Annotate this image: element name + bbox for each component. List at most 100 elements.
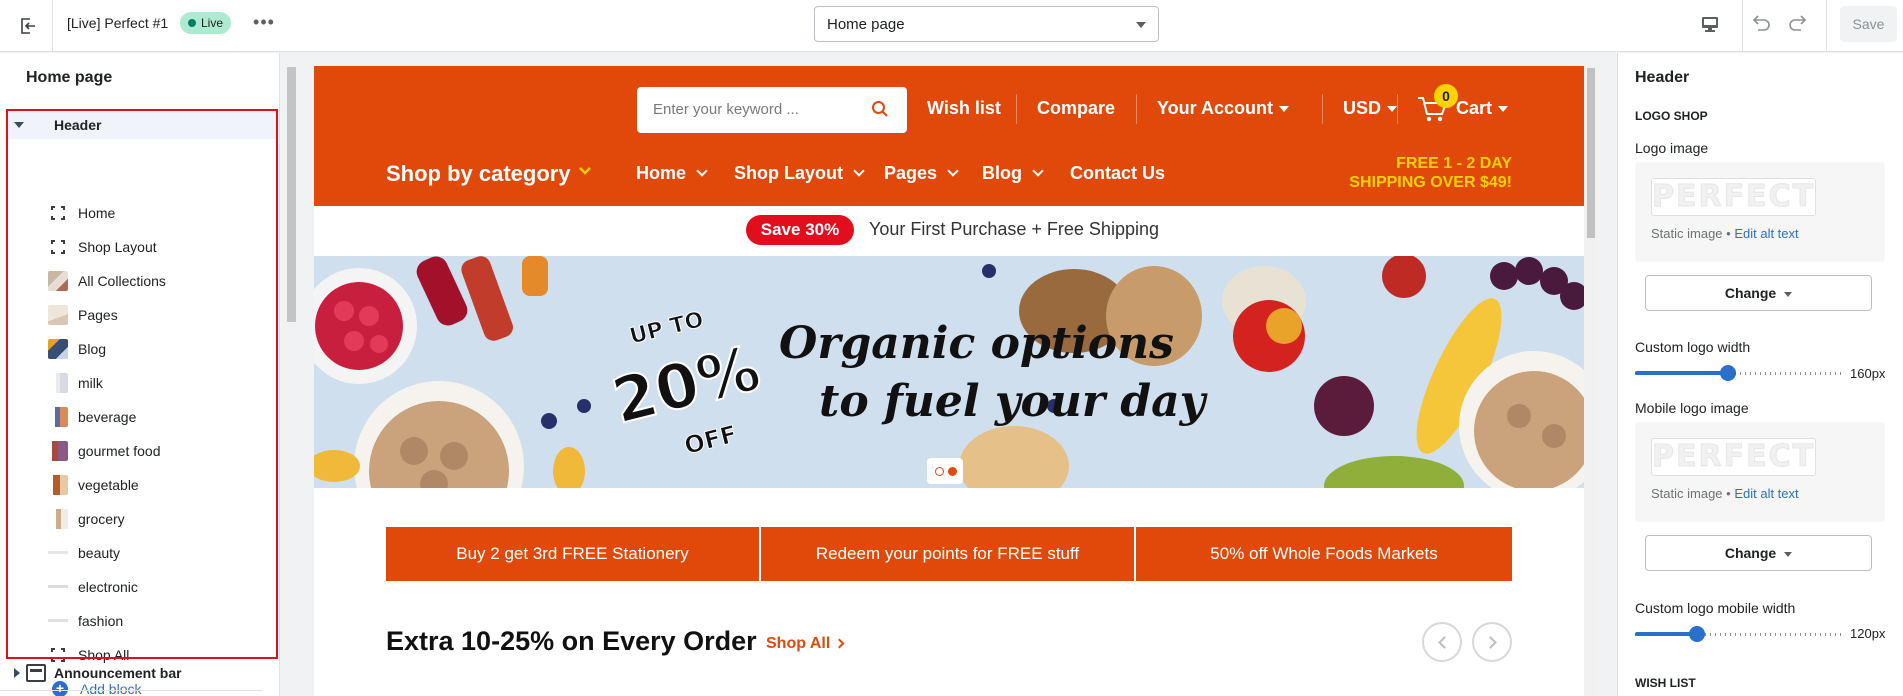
chevron-down-icon [1784, 291, 1793, 297]
more-actions-icon[interactable]: ••• [252, 12, 276, 36]
cart-label: Cart [1456, 98, 1493, 118]
banner-headline-2: to fuel your day [819, 376, 1206, 427]
divider [1826, 0, 1827, 52]
logo-image-card[interactable]: PERFECT Static image • Edit alt text [1635, 162, 1885, 262]
logo-width-label: Custom logo width [1635, 339, 1751, 355]
slider-fill [1635, 632, 1697, 636]
chevron-left-icon [1438, 636, 1451, 649]
theme-name: [Live] Perfect #1 [67, 15, 169, 31]
change-mobile-logo-button[interactable]: Change [1645, 535, 1872, 571]
menu-label: Contact Us [1070, 163, 1166, 183]
undo-icon[interactable] [1747, 12, 1773, 36]
menu-label: Home [636, 163, 687, 183]
image-caption: Static image • Edit alt text [1651, 226, 1799, 241]
slider-dots [927, 458, 963, 484]
carousel-prev-button[interactable] [1422, 622, 1462, 662]
announcement-text: Your First Purchase + Free Shipping [869, 219, 1159, 239]
logo-width-slider[interactable] [1635, 365, 1841, 381]
banner-artwork [314, 256, 1584, 488]
chevron-down-icon [1498, 106, 1509, 113]
divider [1136, 94, 1137, 124]
edit-alt-text-link[interactable]: Edit alt text [1734, 226, 1798, 241]
store-preview: Enter your keyword ... Wish list Compare… [314, 66, 1584, 696]
save-button[interactable]: Save [1840, 6, 1897, 42]
menu-item-contact[interactable]: Contact Us [1070, 163, 1165, 184]
exit-icon[interactable] [14, 12, 42, 40]
live-badge-label: Live [201, 16, 224, 30]
sections-sidebar: Home page Header Home Shop Layout All Co… [0, 53, 280, 696]
menu-item-blog[interactable]: Blog [982, 163, 1044, 184]
menu-item-home[interactable]: Home [636, 163, 708, 184]
search-placeholder: Enter your keyword ... [653, 101, 799, 118]
logo-image-label: Logo image [1635, 140, 1709, 156]
redo-icon[interactable] [1786, 12, 1812, 36]
menu-label: Pages [884, 163, 938, 183]
account-menu[interactable]: Your Account [1157, 98, 1289, 119]
store-header: Enter your keyword ... Wish list Compare… [314, 66, 1584, 206]
chevron-down-icon [1032, 165, 1044, 177]
promo-bar[interactable]: 50% off Whole Foods Markets [1136, 527, 1512, 581]
section-icon [26, 664, 46, 682]
mobile-width-label: Custom logo mobile width [1635, 600, 1796, 616]
preview-scrollbar[interactable] [1584, 66, 1598, 696]
carousel-next-button[interactable] [1472, 622, 1512, 662]
mobile-logo-image-card[interactable]: PERFECT Static image • Edit alt text [1635, 422, 1885, 522]
search-icon[interactable] [871, 100, 889, 118]
search-input[interactable]: Enter your keyword ... [637, 87, 907, 133]
shop-all-label: Shop All [766, 635, 831, 652]
slide-dot[interactable] [935, 467, 944, 476]
divider [0, 690, 262, 691]
chevron-down-icon [696, 165, 708, 177]
live-badge: Live [180, 12, 232, 34]
logo-shop-heading: LOGO SHOP [1635, 109, 1708, 123]
static-image-label: Static image • [1651, 486, 1731, 501]
currency-select[interactable]: USD [1321, 98, 1398, 119]
slider-fill [1635, 371, 1728, 375]
menu-label: Shop Layout [734, 163, 843, 183]
promo-bar[interactable]: Redeem your points for FREE stuff [761, 527, 1134, 581]
menu-item-pages[interactable]: Pages [884, 163, 959, 184]
scrollbar-thumb[interactable] [1587, 68, 1595, 238]
free-shipping-line-2: SHIPPING OVER $49! [1349, 174, 1512, 191]
static-image-label: Static image • [1651, 226, 1731, 241]
editor-topbar: [Live] Perfect #1 Live ••• Home page Sav… [0, 0, 1903, 52]
page-select[interactable]: Home page [814, 6, 1159, 42]
slide-dot-active[interactable] [948, 467, 957, 476]
save-badge: Save 30% [746, 215, 854, 245]
chevron-down-icon [1784, 551, 1793, 557]
cart-menu[interactable]: Cart [1456, 98, 1509, 119]
sidebar-scrollbar[interactable] [284, 53, 298, 696]
divider [1742, 0, 1743, 52]
account-label: Your Account [1157, 98, 1273, 118]
edit-alt-text-link[interactable]: Edit alt text [1734, 486, 1798, 501]
chevron-right-icon [834, 638, 845, 649]
shop-all-link[interactable]: Shop All [766, 635, 845, 653]
logo-image: PERFECT [1651, 178, 1816, 216]
slider-handle[interactable] [1688, 626, 1705, 642]
section-announcement-bar[interactable]: Announcement bar [8, 661, 276, 685]
promo-bar[interactable]: Buy 2 get 3rd FREE Stationery [386, 527, 759, 581]
logo-width-value: 160px [1850, 366, 1886, 381]
change-logo-button[interactable]: Change [1645, 275, 1872, 311]
mobile-width-value: 120px [1850, 626, 1886, 641]
hero-banner[interactable]: UP TO 20% OFF Organic options to fuel yo… [314, 256, 1584, 488]
chevron-down-icon [947, 165, 959, 177]
scrollbar-thumb[interactable] [287, 67, 296, 322]
wishlist-link[interactable]: Wish list [927, 98, 1001, 119]
section-label: Announcement bar [54, 665, 182, 681]
chevron-down-icon [1387, 106, 1398, 113]
compare-link[interactable]: Compare [1037, 98, 1115, 119]
chevron-down-icon [853, 165, 865, 177]
chevron-down-icon[interactable] [578, 164, 592, 178]
desktop-view-icon[interactable] [1698, 12, 1722, 36]
image-caption: Static image • Edit alt text [1651, 486, 1799, 501]
chevron-right-icon[interactable] [14, 668, 20, 678]
shop-by-category[interactable]: Shop by category [386, 161, 571, 187]
divider [52, 0, 53, 52]
menu-item-shop-layout[interactable]: Shop Layout [734, 163, 865, 184]
mobile-width-slider[interactable] [1635, 626, 1841, 642]
currency-label: USD [1343, 98, 1382, 118]
divider [1016, 94, 1017, 124]
chevron-down-icon [1279, 106, 1289, 113]
slider-handle[interactable] [1719, 365, 1736, 381]
